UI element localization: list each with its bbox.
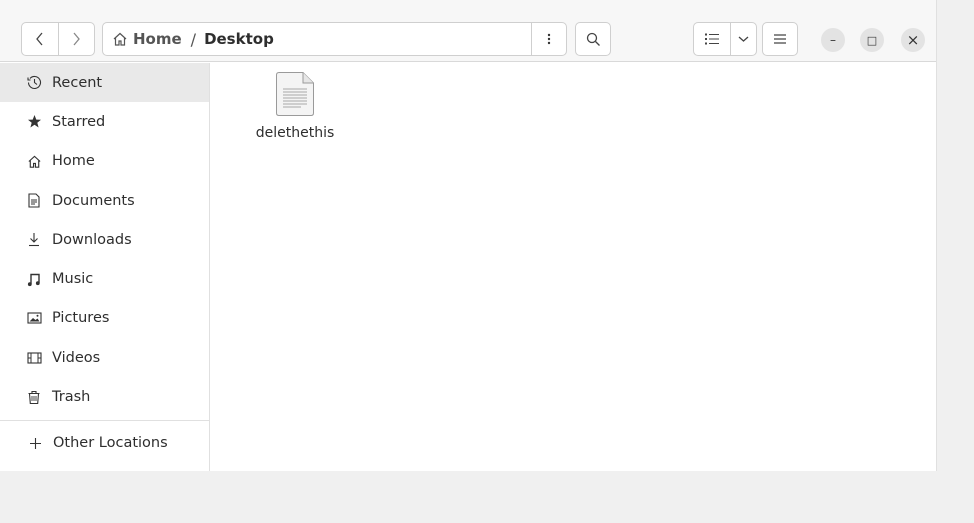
file-item[interactable]: delethethis	[252, 71, 338, 141]
hamburger-menu-icon	[774, 34, 786, 44]
navigation-buttons	[21, 22, 95, 56]
list-view-icon	[705, 33, 719, 45]
download-icon	[26, 232, 42, 248]
close-icon: ×	[906, 31, 920, 49]
sidebar-item-label: Other Locations	[53, 435, 168, 452]
chevron-left-icon	[35, 32, 43, 46]
clock-icon	[26, 75, 42, 91]
file-name: delethethis	[255, 125, 335, 141]
star-icon	[26, 114, 42, 130]
plus-icon	[27, 435, 43, 451]
home-icon	[113, 32, 127, 46]
sidebar-item-downloads[interactable]: Downloads	[0, 220, 209, 259]
path-menu-button[interactable]	[531, 23, 566, 55]
chevron-right-icon	[73, 32, 81, 46]
sidebar-item-label: Videos	[52, 349, 101, 366]
trash-icon	[26, 389, 42, 405]
forward-button[interactable]	[59, 23, 95, 55]
path-bar: Home / Desktop	[102, 22, 567, 56]
breadcrumb-current[interactable]: Desktop	[204, 30, 274, 48]
video-icon	[26, 350, 42, 366]
main-menu-button[interactable]	[762, 22, 798, 56]
search-button[interactable]	[575, 22, 611, 56]
header-bar: Home / Desktop – □ ×	[0, 0, 936, 62]
sidebar-item-recent[interactable]: Recent	[0, 63, 209, 103]
sidebar-item-label: Trash	[52, 389, 91, 406]
sidebar-item-label: Starred	[52, 113, 106, 130]
sidebar: Recent Starred Home Documents Downloads	[0, 63, 210, 471]
maximize-icon: □	[866, 33, 878, 47]
document-icon	[26, 193, 42, 209]
sidebar-item-videos[interactable]: Videos	[0, 338, 209, 377]
music-icon	[26, 271, 42, 287]
sidebar-item-label: Home	[52, 153, 95, 170]
back-button[interactable]	[22, 23, 59, 55]
kebab-menu-icon	[547, 33, 551, 45]
sidebar-item-music[interactable]: Music	[0, 259, 209, 298]
sidebar-item-label: Pictures	[52, 310, 110, 327]
list-view-button[interactable]	[694, 23, 731, 55]
minimize-button[interactable]: –	[821, 28, 845, 52]
text-file-icon	[276, 72, 314, 116]
sidebar-item-pictures[interactable]: Pictures	[0, 299, 209, 338]
minimize-icon: –	[830, 33, 836, 47]
chevron-down-icon	[738, 36, 749, 42]
sidebar-item-label: Documents	[52, 192, 135, 209]
maximize-button[interactable]: □	[860, 28, 884, 52]
search-icon	[586, 32, 600, 46]
file-view[interactable]: delethethis	[211, 63, 936, 471]
sidebar-item-other-locations[interactable]: Other Locations	[0, 424, 209, 463]
breadcrumb-separator: /	[190, 29, 197, 49]
sidebar-item-home[interactable]: Home	[0, 142, 209, 181]
sidebar-item-label: Music	[52, 271, 94, 288]
view-options-button[interactable]	[731, 23, 756, 55]
view-switcher	[693, 22, 757, 56]
sidebar-divider	[0, 419, 209, 421]
breadcrumb-home-label: Home	[133, 30, 182, 48]
home-icon	[26, 153, 42, 169]
close-button[interactable]: ×	[901, 28, 925, 52]
sidebar-item-label: Downloads	[52, 231, 132, 248]
sidebar-item-trash[interactable]: Trash	[0, 377, 209, 416]
picture-icon	[26, 310, 42, 326]
file-manager-window: Home / Desktop – □ × Recent Starred Home…	[0, 0, 936, 471]
window-edge	[936, 0, 937, 471]
sidebar-item-documents[interactable]: Documents	[0, 181, 209, 220]
sidebar-item-label: Recent	[52, 74, 103, 91]
breadcrumb-home[interactable]: Home	[103, 30, 182, 48]
sidebar-item-starred[interactable]: Starred	[0, 102, 209, 141]
